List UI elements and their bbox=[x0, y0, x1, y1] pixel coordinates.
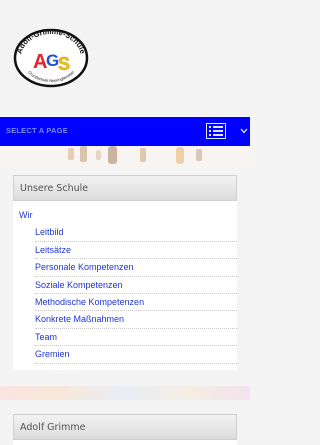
panel-title: Unsere Schule bbox=[13, 175, 237, 201]
menu-item-personale-kompetenzen[interactable]: Personale Kompetenzen bbox=[35, 259, 237, 277]
header-banner-image bbox=[0, 146, 250, 168]
site-header: Adolf-Grimme-Schule Grundschule Neuengli… bbox=[0, 0, 250, 115]
list-icon[interactable] bbox=[206, 123, 226, 139]
decorative-strip bbox=[0, 386, 250, 400]
adolf-grimme-panel: Adolf Grimme bbox=[13, 414, 237, 445]
menu-item-leitbild[interactable]: Leitbild bbox=[35, 224, 237, 242]
menu-item-leitsaetze[interactable]: Leitsätze bbox=[35, 242, 237, 260]
menu-item-wir[interactable]: Wir bbox=[13, 207, 237, 224]
page-select-bar[interactable]: SELECT A PAGE bbox=[0, 117, 250, 146]
menu-item-methodische-kompetenzen[interactable]: Methodische Kompetenzen bbox=[35, 294, 237, 312]
svg-text:S: S bbox=[58, 54, 70, 74]
panel-title: Adolf Grimme bbox=[13, 414, 237, 440]
select-page-label[interactable]: SELECT A PAGE bbox=[6, 126, 68, 135]
menu-item-gremien[interactable]: Gremien bbox=[35, 346, 237, 364]
menu-item-konkrete-massnahmen[interactable]: Konkrete Maßnahmen bbox=[35, 311, 237, 329]
menu-item-team[interactable]: Team bbox=[35, 329, 237, 347]
chevron-down-icon[interactable] bbox=[240, 128, 248, 134]
unsere-schule-panel: Unsere Schule Wir Leitbild Leitsätze Per… bbox=[13, 175, 237, 370]
section-menu: Wir Leitbild Leitsätze Personale Kompete… bbox=[13, 207, 237, 364]
school-logo[interactable]: Adolf-Grimme-Schule Grundschule Neuengli… bbox=[13, 28, 89, 88]
menu-item-soziale-kompetenzen[interactable]: Soziale Kompetenzen bbox=[35, 277, 237, 294]
